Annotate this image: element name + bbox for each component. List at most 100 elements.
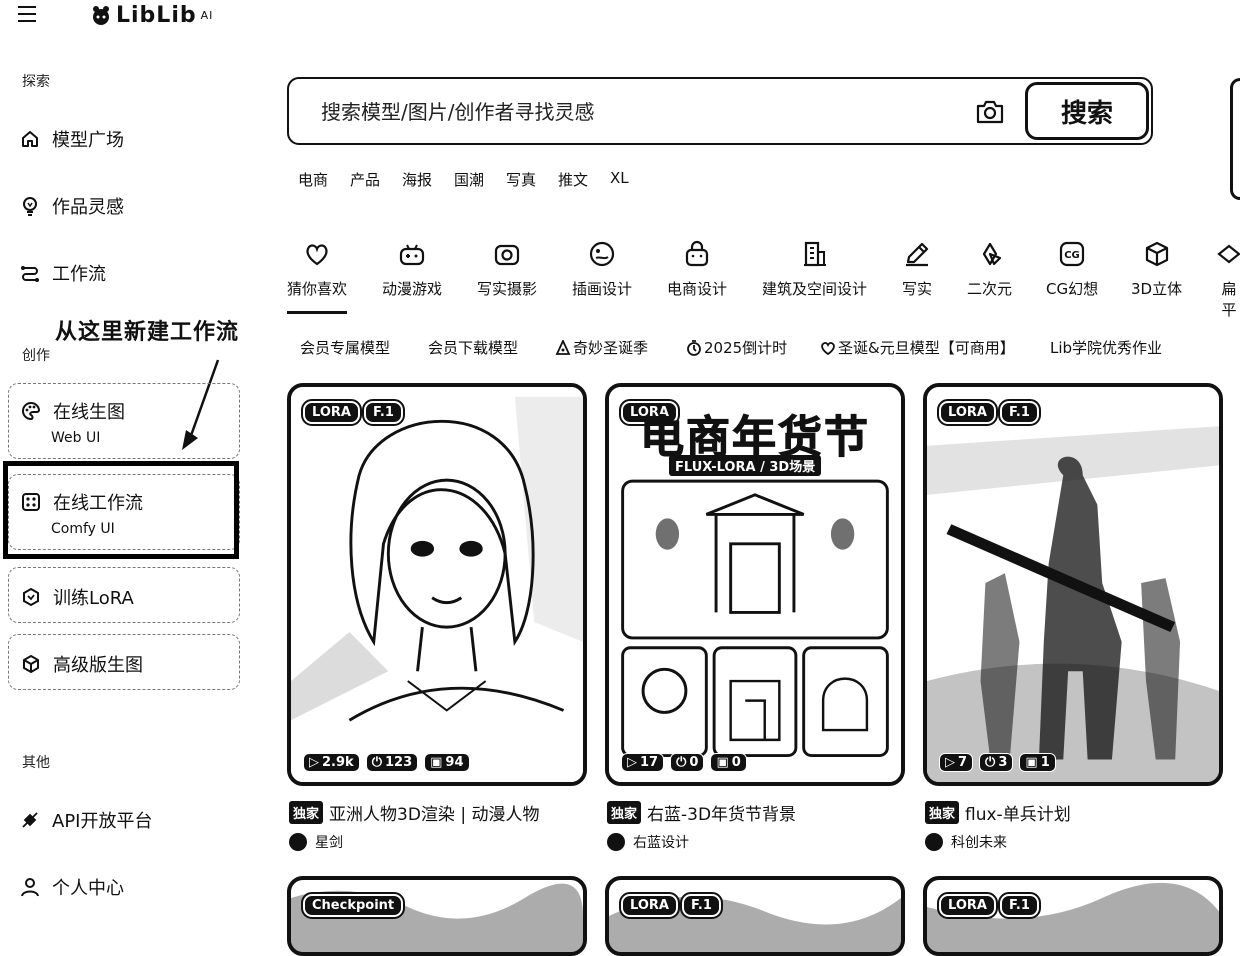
tab-illustration[interactable]: 插画设计 <box>572 240 632 299</box>
tab-ecommerce-design[interactable]: 电商设计 <box>667 240 727 299</box>
workflow-icon <box>21 266 39 282</box>
sidebar-item-api[interactable]: API开放平台 <box>20 807 152 833</box>
palette-icon <box>22 401 41 421</box>
cg-icon: CG <box>1059 241 1085 267</box>
tab-realistic[interactable]: 写实 <box>902 240 932 299</box>
search-tag[interactable]: XL <box>610 169 629 187</box>
tab-label: 写实摄影 <box>477 280 538 298</box>
sidebar-item-model-square[interactable]: 模型广场 <box>20 126 124 152</box>
search-bar: 搜索 <box>287 77 1153 145</box>
search-input[interactable] <box>319 93 963 131</box>
search-tag[interactable]: 国潮 <box>454 169 484 190</box>
hexagon-icon <box>23 587 39 607</box>
runs-stat: ▷ 17 <box>621 753 665 772</box>
camera-icon[interactable] <box>975 99 1005 125</box>
tab-photography[interactable]: 写实摄影 <box>477 240 537 299</box>
images-stat: ▣ 1 <box>1019 753 1056 772</box>
sidebar-item-inspiration[interactable]: 作品灵感 <box>20 193 124 219</box>
model-type-badge: LORA <box>301 399 362 426</box>
brand-logo[interactable]: LibLib AI <box>90 0 213 30</box>
search-tag[interactable]: 写真 <box>506 169 536 190</box>
heart-icon <box>306 244 328 266</box>
section-label-explore: 探索 <box>22 74 50 90</box>
chip-countdown[interactable]: 2025倒计时 <box>686 337 787 358</box>
downloads-stat: ⏻ 0 <box>670 753 705 772</box>
chip-christmas[interactable]: 奇妙圣诞季 <box>555 337 648 358</box>
chip-member-exclusive[interactable]: 会员专属模型 <box>300 337 390 358</box>
downloads-stat: ⏻ 3 <box>979 753 1014 772</box>
runs-stat: ▷ 2.9k <box>303 753 360 772</box>
model-type-badge: LORA <box>937 892 998 919</box>
model-card[interactable]: LORA F.1 ▷ 2.9k ⏻ 123 ▣ 94 <box>287 383 587 786</box>
card-title[interactable]: 独家 flux-单兵计划 <box>925 800 1071 825</box>
section-label-create: 创作 <box>22 348 50 364</box>
create-card-train-lora[interactable]: 训练LoRA <box>8 567 240 623</box>
downloads-stat: ⏻ 123 <box>365 753 419 772</box>
card-author[interactable]: 星剑 <box>289 832 343 852</box>
poster-subtitle: FLUX-LORA / 3D场景 <box>669 455 822 476</box>
bulb-icon <box>23 197 37 216</box>
side-panel-edge[interactable] <box>1230 78 1240 200</box>
search-button[interactable]: 搜索 <box>1025 82 1149 140</box>
camera-icon <box>494 244 520 266</box>
tab-label: 动漫游戏 <box>382 280 443 298</box>
card-title-text: flux-单兵计划 <box>965 805 1071 825</box>
tab-3d[interactable]: 3D立体 <box>1131 240 1182 299</box>
model-card[interactable]: LORA F.1 ▷ 7 ⏻ 3 ▣ 1 <box>923 383 1223 786</box>
user-icon <box>21 878 39 897</box>
card-title[interactable]: 独家 亚洲人物3D渲染 | 动漫人物 <box>289 800 539 825</box>
chip-member-download[interactable]: 会员下载模型 <box>428 337 518 358</box>
base-model-badge: F.1 <box>997 399 1041 426</box>
runs-stat: ▷ 7 <box>939 753 974 772</box>
sidebar-item-label: 工作流 <box>52 264 106 285</box>
palette-icon <box>589 241 615 267</box>
downloads-count: 3 <box>998 755 1008 770</box>
card-title[interactable]: 独家 右蓝-3D年货节背景 <box>607 800 796 825</box>
shopping-bag-icon <box>685 240 709 267</box>
tab-anime-games[interactable]: 动漫游戏 <box>382 240 442 299</box>
tab-label: 写实 <box>902 280 933 298</box>
sidebar-item-profile[interactable]: 个人中心 <box>20 874 124 900</box>
card-author[interactable]: 右蓝设计 <box>607 832 689 852</box>
tab-label: 插画设计 <box>572 280 633 298</box>
chip-label: 会员专属模型 <box>300 339 391 357</box>
exclusive-badge: 独家 <box>925 801 960 824</box>
create-card-advanced[interactable]: 高级版生图 <box>8 634 240 690</box>
model-card[interactable]: LORA F.1 <box>923 876 1223 956</box>
flat-icon <box>1217 244 1240 264</box>
sidebar-item-label: API开放平台 <box>52 811 153 832</box>
avatar <box>289 833 307 851</box>
menu-icon[interactable] <box>18 6 38 22</box>
model-card[interactable]: Checkpoint <box>287 876 587 956</box>
exclusive-badge: 独家 <box>289 801 324 824</box>
tab-anime-2d[interactable]: 二次元 <box>967 240 1012 299</box>
search-tag[interactable]: 电商 <box>298 169 328 190</box>
search-tag[interactable]: 产品 <box>350 169 380 190</box>
base-model-badge: F.1 <box>679 892 723 919</box>
card-title-text: 亚洲人物3D渲染 | 动漫人物 <box>329 805 540 825</box>
tab-flat[interactable]: 扁平 <box>1215 240 1240 320</box>
logo-mascot-icon <box>93 6 109 25</box>
chip-holiday-models[interactable]: 圣诞&元旦模型【可商用】 <box>820 337 1015 358</box>
model-type-badge: LORA <box>937 399 998 426</box>
sidebar-item-workflow[interactable]: 工作流 <box>20 260 106 286</box>
create-card-web-ui[interactable]: 在线生图 Web UI <box>8 383 240 459</box>
create-card-sub: Web UI <box>51 430 101 446</box>
tab-architecture[interactable]: 建筑及空间设计 <box>762 240 867 299</box>
chip-lib-academy[interactable]: Lib学院优秀作业 <box>1050 337 1162 358</box>
home-icon <box>22 131 38 147</box>
chip-label: 圣诞&元旦模型【可商用】 <box>838 339 1015 357</box>
chip-label: 2025倒计时 <box>704 339 788 357</box>
tab-guess-you-like[interactable]: 猜你喜欢 <box>287 240 347 299</box>
search-tag[interactable]: 海报 <box>402 169 432 190</box>
images-stat: ▣ 0 <box>710 753 747 772</box>
card-author[interactable]: 科创未来 <box>925 832 1007 852</box>
author-name: 星剑 <box>315 835 343 851</box>
card-preview-image <box>927 387 1219 782</box>
gamepad-icon <box>399 244 425 266</box>
model-card[interactable]: LORA 电商年货节 FLUX-LORA / 3D场景 ▷ 17 ⏻ 0 ▣ 0 <box>605 383 905 786</box>
search-tag[interactable]: 推文 <box>558 169 588 190</box>
model-card[interactable]: LORA F.1 <box>605 876 905 956</box>
tab-cg-fantasy[interactable]: CG CG幻想 <box>1046 240 1098 299</box>
tab-label: CG幻想 <box>1046 280 1099 298</box>
